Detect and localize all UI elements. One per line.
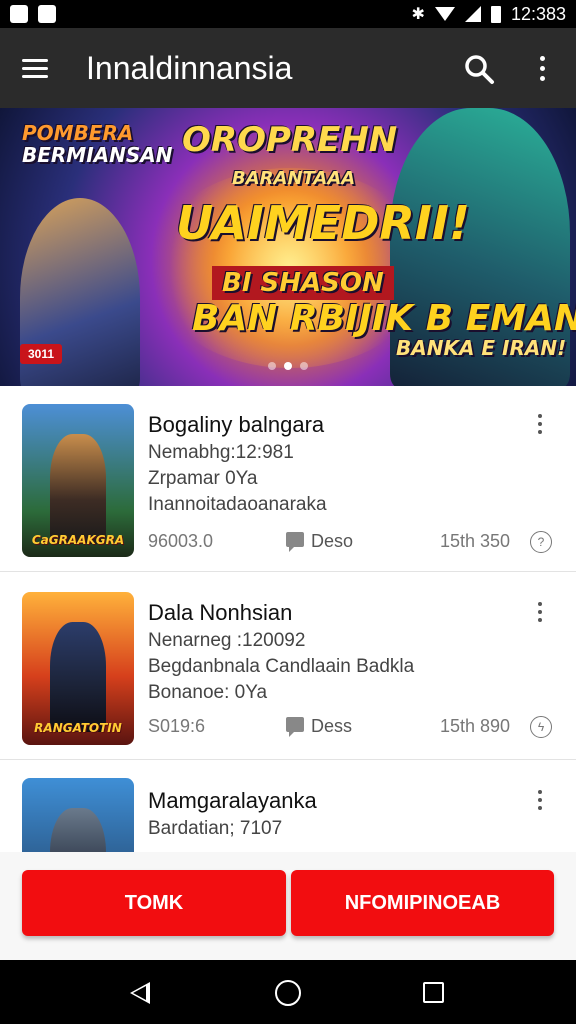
flash-circle-icon[interactable]: ϟ xyxy=(530,716,552,738)
list-item[interactable]: CaGRAAKGRA Bogaliny balngara Nemabhg:12:… xyxy=(0,386,576,572)
banner-subtitle: BARANTAAA xyxy=(232,168,356,189)
game-thumbnail[interactable] xyxy=(22,778,134,852)
banner-brand-title: OROPREHN xyxy=(182,120,398,160)
bottom-action-bar: TOMK NFOMIPINOEAB xyxy=(0,852,576,960)
card-detail-1: Nemabhg:12:981 xyxy=(148,442,294,463)
signal-icon xyxy=(464,6,481,22)
thumbnail-character xyxy=(50,808,106,852)
app-title: Innaldinnansia xyxy=(86,49,293,86)
banner-main-text: BAN RBIJIK B EMANV!" xyxy=(192,298,576,339)
thumbnail-caption: CaGRAAKGRA xyxy=(31,533,125,547)
app-toolbar: Innaldinnansia xyxy=(0,28,576,108)
card-meta-date: 15th 350 xyxy=(440,531,511,551)
overflow-menu-icon[interactable] xyxy=(530,50,554,86)
list-item[interactable]: Mamgaralayanka Bardatian; 7107 xyxy=(0,762,576,852)
card-overflow-icon[interactable] xyxy=(534,412,546,436)
photo-notification-icon xyxy=(38,5,56,23)
card-meta-count: S019:6 xyxy=(148,716,206,736)
comment-icon xyxy=(286,532,304,552)
status-time: 12:383 xyxy=(510,3,566,24)
card-detail-3: Bonanoe: 0Ya xyxy=(148,682,268,703)
rating-circle-icon[interactable]: ? xyxy=(530,531,552,553)
hamburger-menu-icon[interactable] xyxy=(0,28,70,108)
card-meta-date: 15th 890 xyxy=(440,716,511,736)
battery-icon xyxy=(490,5,501,23)
primary-left-button[interactable]: TOMK xyxy=(22,870,286,936)
banner-tagline: BI SHASON xyxy=(212,266,394,300)
card-detail-3: Inannoitadaoanaraka xyxy=(148,494,327,515)
game-list: CaGRAAKGRA Bogaliny balngara Nemabhg:12:… xyxy=(0,386,576,852)
status-bar: ✱ 12:383 xyxy=(0,0,576,28)
bluetooth-icon: ✱ xyxy=(411,6,425,23)
thumbnail-character xyxy=(50,622,106,732)
comment-icon xyxy=(286,717,304,737)
game-thumbnail[interactable]: CaGRAAKGRA xyxy=(22,404,134,557)
card-meta-label[interactable]: Dess xyxy=(311,716,352,737)
banner-footer-text: BANKA E IRAN! xyxy=(396,336,567,360)
home-icon[interactable] xyxy=(275,980,301,1006)
card-meta-count: 96003.0 xyxy=(148,531,214,551)
banner-badge: 3011 xyxy=(20,344,63,364)
promo-banner[interactable]: POMBERA BERMIANSAN OROPREHN BARANTAAA UA… xyxy=(0,108,576,386)
card-title: Mamgaralayanka xyxy=(148,788,317,813)
card-overflow-icon[interactable] xyxy=(534,600,546,624)
card-detail-1: Bardatian; 7107 xyxy=(148,818,283,839)
primary-right-button[interactable]: NFOMIPINOEAB xyxy=(291,870,554,936)
card-title: Dala Nonhsian xyxy=(148,600,293,625)
search-icon[interactable] xyxy=(462,52,496,86)
thumbnail-character xyxy=(50,434,106,544)
banner-brand-logo: POMBERA BERMIANSAN xyxy=(22,121,173,167)
card-title: Bogaliny balngara xyxy=(148,412,325,437)
card-detail-2: Begdanbnala Candlaain Badkla xyxy=(148,656,415,677)
notification-icon xyxy=(10,5,28,23)
back-icon[interactable] xyxy=(130,982,150,1004)
card-detail-1: Nenarneg :120092 xyxy=(148,630,306,651)
card-detail-2: Zrpamar 0Ya xyxy=(148,468,258,489)
card-meta-label[interactable]: Deso xyxy=(311,531,353,552)
recent-apps-icon[interactable] xyxy=(423,982,444,1003)
game-thumbnail[interactable]: RANGATOTIN xyxy=(22,592,134,745)
list-item[interactable]: RANGATOTIN Dala Nonhsian Nenarneg :12009… xyxy=(0,574,576,760)
card-overflow-icon[interactable] xyxy=(534,788,546,812)
banner-page-indicator xyxy=(268,362,308,370)
banner-headline: UAIMEDRII! xyxy=(176,196,471,250)
wifi-icon xyxy=(434,7,455,21)
thumbnail-caption: RANGATOTIN xyxy=(34,721,122,735)
system-navigation-bar xyxy=(0,960,576,1024)
